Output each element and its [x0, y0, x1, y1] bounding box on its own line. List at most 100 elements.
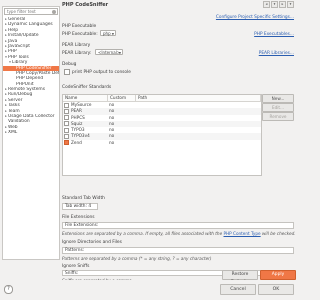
file-extensions-label: File Extensions:	[65, 223, 99, 228]
tree-item-label: Help	[8, 27, 19, 33]
back-arrow-icon[interactable]: ◂	[263, 1, 270, 8]
standard-checkbox[interactable]	[64, 140, 69, 146]
standard-checkbox[interactable]	[64, 127, 69, 133]
tree-item-label: Tasks	[8, 103, 20, 109]
standard-name: Zend	[71, 139, 82, 145]
php-executable-value: php	[103, 31, 111, 36]
tab-width-value[interactable]: 4	[88, 204, 91, 209]
file-extensions-field[interactable]: File Extensions:	[62, 222, 294, 229]
pear-library-select[interactable]: <Internal> ▼	[95, 49, 123, 55]
tree-item-label: PHP Copy/Paste Det	[16, 70, 59, 76]
standard-checkbox[interactable]	[64, 115, 69, 121]
table-row[interactable]: Zend no	[63, 140, 261, 146]
pear-library-value: <Internal>	[98, 50, 121, 55]
help-icon[interactable]: ?	[4, 285, 13, 294]
dialog-button-bar: ? Cancel OK	[0, 280, 298, 300]
debug-checkbox[interactable]: print PHP output to console	[64, 69, 131, 75]
clear-filter-icon[interactable]	[52, 10, 56, 14]
standard-name: TYPO3	[71, 127, 85, 133]
tree-item-label: JavaScript	[8, 43, 31, 49]
standard-checkbox[interactable]	[64, 102, 69, 108]
debug-checkbox-label: print PHP output to console	[72, 69, 131, 75]
tree-item-label: Java	[8, 38, 18, 44]
column-header-path[interactable]: Path	[136, 95, 261, 101]
back-dropdown-icon[interactable]: ▾	[271, 1, 278, 8]
filter-field[interactable]	[4, 8, 58, 15]
tree-item-label: Team	[8, 108, 20, 114]
tab-width-label: Tab width:	[65, 204, 87, 209]
note-text: Extensions are separated by a comma. If …	[62, 231, 224, 236]
new-button[interactable]: New...	[262, 94, 294, 103]
standard-name: TYPO3v4	[71, 133, 90, 139]
note-text-end: will be checked.	[260, 231, 296, 236]
php-executable-label: PHP Executable:	[62, 32, 98, 37]
page-title: PHP CodeSniffer	[62, 2, 109, 8]
tree-item-label: PHPUnit	[16, 81, 34, 87]
column-header-name[interactable]: Name	[63, 95, 108, 101]
forward-arrow-icon[interactable]: ▸	[279, 1, 286, 8]
preferences-tree: ▸General ▸Dynamic Languages ▸Help ▸Install/…	[3, 17, 59, 136]
apply-button[interactable]: Apply	[260, 270, 296, 280]
standard-name: PEAR	[71, 108, 82, 114]
tree-item-label: PHP CodeSniffer	[16, 65, 52, 71]
php-executables-link[interactable]: PHP Executables...	[254, 32, 294, 37]
debug-section: Debug	[62, 62, 77, 67]
standard-name: Squiz	[71, 120, 83, 126]
ignore-section: Ignore Directories and Files	[62, 240, 122, 245]
standard-custom-cell: no	[109, 139, 115, 145]
tree-item-label: General	[8, 17, 26, 22]
standards-table[interactable]: Name Custom Path MySource no PEAR no PHPCS no…	[62, 94, 262, 176]
file-extensions-section: File Extensions	[62, 215, 95, 220]
tree-item-label: Remote Systems	[8, 87, 45, 93]
tree-item-label: PHP Depend	[16, 76, 44, 82]
chevron-down-icon: ▼	[111, 32, 114, 36]
standard-name-cell[interactable]: Zend	[63, 140, 108, 146]
pear-library-label: PEAR Library:	[62, 51, 92, 56]
file-extensions-note: Extensions are separated by a comma. If …	[62, 231, 296, 236]
preferences-sidebar: ▸General▸Dynamic Languages▸Help▸Install/…	[2, 6, 60, 260]
tree-item-label: Install/Update	[8, 33, 39, 39]
preference-page: PHP CodeSniffer ◂ ▾ ▸ ▾ Configure Projec…	[62, 0, 296, 300]
chevron-down-icon: ▼	[118, 51, 121, 55]
tree-item-label: PHP Tools	[8, 54, 29, 60]
pear-library-section: PEAR Library	[62, 43, 91, 48]
tree-item-label: Web	[8, 124, 18, 130]
checkbox-box[interactable]	[64, 69, 70, 75]
patterns-field[interactable]: Patterns:	[62, 247, 294, 254]
patterns-label: Patterns:	[65, 248, 85, 253]
configure-project-settings-link[interactable]: Configure Project Specific Settings...	[216, 15, 294, 20]
tree-item-label: PHP	[8, 49, 17, 55]
standard-checkbox[interactable]	[64, 108, 69, 114]
nav-buttons: ◂ ▾ ▸ ▾	[263, 1, 294, 8]
edit-button[interactable]: Edit...	[262, 103, 294, 112]
pear-libraries-link[interactable]: PEAR Libraries...	[259, 51, 294, 56]
forward-dropdown-icon[interactable]: ▾	[287, 1, 294, 8]
php-executable-section: PHP Executable	[62, 24, 97, 29]
tree-item[interactable]: ▸XML	[3, 130, 59, 135]
ok-button[interactable]: OK	[258, 284, 294, 295]
tree-item-label: Validation	[8, 119, 30, 125]
column-header-custom[interactable]: Custom	[108, 95, 136, 101]
standard-name: PHPCS	[71, 114, 85, 120]
standard-checkbox[interactable]	[64, 133, 69, 139]
ignore-sniffs-section: Ignore Sniffs	[62, 264, 90, 269]
standard-checkbox[interactable]	[64, 121, 69, 127]
filter-input[interactable]	[5, 9, 51, 14]
restore-defaults-button[interactable]: Restore Defaults	[222, 270, 258, 285]
php-executable-select[interactable]: php ▼	[100, 30, 116, 36]
php-content-type-link[interactable]: PHP Content Type	[224, 231, 261, 236]
sniffs-label: Sniffs:	[65, 271, 79, 276]
standard-path-cell	[136, 140, 261, 146]
cancel-button[interactable]: Cancel	[220, 284, 256, 295]
tree-item-label: Server	[8, 97, 23, 103]
tab-width-field[interactable]: Tab width: 4	[62, 203, 98, 210]
standard-name: MySource	[71, 102, 92, 107]
table-header: Name Custom Path	[63, 95, 261, 102]
tree-item-label: Dynamic Languages	[8, 22, 53, 28]
codesniffer-standards-section: CodeSniffer Standards	[62, 85, 112, 90]
tree-item-label: Usage Data Collector	[8, 114, 55, 120]
remove-button[interactable]: Remove	[262, 112, 294, 121]
patterns-note: Patterns are separated by a comma (* = a…	[62, 256, 212, 261]
tree-item-label: Run/Debug	[8, 92, 33, 98]
tab-width-section: Standard Tab Width	[62, 196, 105, 201]
